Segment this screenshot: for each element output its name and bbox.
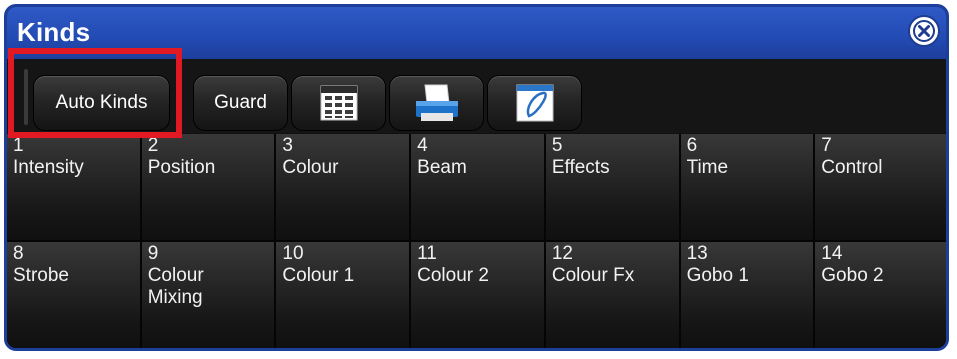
auto-kinds-label: Auto Kinds (55, 92, 148, 113)
kind-label: Gobo 1 (686, 265, 749, 286)
title-bar: Kinds (7, 7, 946, 59)
kind-label: Strobe (13, 265, 69, 286)
kind-label: Control (821, 157, 883, 178)
kind-number: 11 (417, 243, 437, 264)
spreadsheet-button[interactable] (291, 75, 386, 131)
kind-label: Time (686, 157, 729, 178)
window-icon (516, 84, 553, 122)
toolbar: Auto Kinds Guard (7, 59, 946, 133)
kind-label: Colour Mixing (147, 265, 204, 308)
kind-number: 4 (417, 135, 428, 156)
spreadsheet-icon (320, 85, 357, 121)
kind-button[interactable]: 10 Colour 1 (276, 242, 410, 348)
kind-button[interactable]: 4 Beam (411, 134, 544, 240)
kind-label: Colour Fx (551, 265, 635, 286)
kinds-grid: 1 Intensity 2 Position 3 Colour 4 Beam 5 Effects 6… (7, 134, 946, 348)
kind-label: Position (147, 157, 216, 178)
kind-number: 10 (282, 243, 304, 264)
close-icon (913, 20, 935, 42)
toolbar-divider (24, 69, 28, 125)
kind-button[interactable]: 8 Strobe (7, 242, 140, 348)
kind-number: 2 (147, 135, 159, 156)
kind-button[interactable]: 2 Position (141, 134, 275, 240)
kinds-window: Kinds Auto Kinds Guard 1 Intensity 2 Pos… (4, 4, 949, 351)
guard-button[interactable]: Guard (193, 75, 288, 131)
kind-label: Colour (282, 157, 339, 178)
kind-number: 13 (686, 243, 708, 264)
kind-button[interactable]: 6 Time (680, 134, 814, 240)
kind-number: 1 (13, 135, 24, 156)
kind-number: 6 (686, 135, 698, 156)
kind-button[interactable]: 3 Colour (276, 134, 410, 240)
kind-button[interactable]: 11 Colour 2 (411, 242, 544, 348)
kind-label: Colour 2 (417, 265, 489, 286)
kind-button[interactable]: 13 Gobo 1 (680, 242, 814, 348)
window-button[interactable] (487, 75, 582, 131)
kind-number: 14 (821, 243, 843, 264)
kind-label: Beam (417, 157, 467, 178)
auto-kinds-button[interactable]: Auto Kinds (33, 75, 170, 131)
kind-label: Effects (551, 157, 610, 178)
kind-label: Colour 1 (282, 265, 355, 286)
kind-button[interactable]: 1 Intensity (7, 134, 140, 240)
window-title: Kinds (17, 17, 91, 47)
kind-label: Intensity (13, 157, 84, 178)
kind-button[interactable]: 7 Control (815, 134, 946, 240)
kind-number: 9 (147, 243, 159, 264)
kind-number: 7 (821, 135, 832, 156)
kind-label: Gobo 2 (821, 265, 884, 286)
print-button[interactable] (389, 75, 484, 131)
kind-button[interactable]: 14 Gobo 2 (815, 242, 946, 348)
kind-button[interactable]: 5 Effects (545, 134, 679, 240)
print-icon (415, 84, 458, 121)
close-button[interactable] (908, 15, 940, 47)
kind-number: 8 (13, 243, 24, 264)
kind-button[interactable]: 12 Colour Fx (545, 242, 679, 348)
kind-number: 5 (551, 135, 563, 156)
kind-button[interactable]: 9 Colour Mixing (141, 242, 275, 348)
kind-number: 12 (551, 243, 573, 264)
guard-label: Guard (214, 92, 267, 113)
kind-number: 3 (282, 135, 293, 156)
